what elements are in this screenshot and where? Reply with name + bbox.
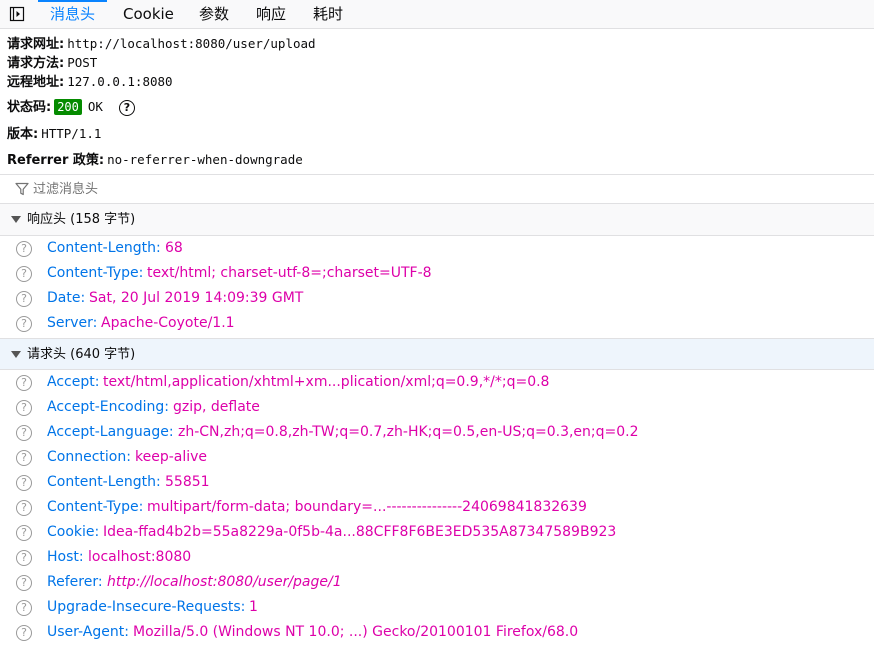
header-name: Cookie	[47, 524, 99, 540]
help-icon[interactable]: ?	[16, 475, 32, 491]
header-value: keep-alive	[135, 449, 208, 465]
request-header-row[interactable]: ? User-AgentMozilla/5.0 (Windows NT 10.0;…	[0, 621, 874, 646]
help-icon[interactable]: ?	[16, 266, 32, 282]
help-icon[interactable]: ?	[16, 625, 32, 641]
version-label: 版本:	[7, 127, 39, 142]
method-value: POST	[67, 55, 98, 70]
header-value: http://localhost:8080/user/page/1	[107, 574, 342, 590]
response-header-row[interactable]: ? DateSat, 20 Jul 2019 14:09:39 GMT	[0, 287, 874, 312]
header-value: Idea-ffad4b2b=55a8229a-0f5b-4a...88CFF8F…	[103, 524, 617, 540]
summary-referrer-row: Referrer 政策: no-referrer-when-downgrade	[7, 149, 303, 168]
tab-headers[interactable]: 消息头	[37, 0, 108, 28]
remote-label: 远程地址:	[7, 75, 65, 90]
header-name: Content-Type	[47, 499, 143, 515]
response-header-row[interactable]: ? ServerApache-Coyote/1.1	[0, 312, 874, 337]
header-name: Connection	[47, 449, 131, 465]
response-header-row[interactable]: ? Content-Typetext/html; charset-utf-8=;c…	[0, 262, 874, 287]
request-header-row[interactable]: ? CookieIdea-ffad4b2b=55a8229a-0f5b-4a...…	[0, 521, 874, 546]
header-value: Apache-Coyote/1.1	[101, 315, 235, 331]
remote-value: 127.0.0.1:8080	[67, 74, 173, 89]
header-value: text/html; charset-utf-8=;charset=UTF-8	[147, 265, 432, 281]
help-icon[interactable]: ?	[16, 316, 32, 332]
header-value: 68	[165, 240, 183, 256]
header-value: zh-CN,zh;q=0.8,zh-TW;q=0.7,zh-HK;q=0.5,e…	[178, 424, 639, 440]
method-label: 请求方法:	[7, 56, 65, 71]
summary-url-row: 请求网址: http://localhost:8080/user/upload	[7, 33, 316, 52]
status-label: 状态码:	[7, 100, 52, 115]
header-name: User-Agent	[47, 624, 129, 640]
header-name: Server	[47, 315, 97, 331]
filter-headers-input[interactable]	[33, 179, 833, 199]
tab-bar: 消息头 Cookie 参数 响应 耗时	[0, 0, 874, 29]
request-header-row[interactable]: ? Accept-Encodinggzip, deflate	[0, 396, 874, 421]
request-header-row[interactable]: ? Upgrade-Insecure-Requests1	[0, 596, 874, 621]
tab-timings[interactable]: 耗时	[313, 0, 343, 28]
help-icon[interactable]: ?	[16, 291, 32, 307]
header-value: localhost:8080	[88, 549, 192, 565]
request-headers-toggle[interactable]: 请求头 (640 字节)	[0, 338, 874, 370]
tab-cookie[interactable]: Cookie	[123, 0, 174, 28]
request-header-row[interactable]: ? Content-Length55851	[0, 471, 874, 496]
header-name: Referer	[47, 574, 103, 590]
header-name: Content-Length	[47, 474, 161, 490]
header-value: Mozilla/5.0 (Windows NT 10.0; ...) Gecko…	[133, 624, 579, 640]
referrer-label: Referrer 政策:	[7, 153, 105, 168]
filter-icon	[15, 182, 29, 196]
response-headers-title: 响应头 (158 字节)	[27, 212, 136, 227]
header-name: Accept-Language	[47, 424, 174, 440]
request-header-row[interactable]: ? Hostlocalhost:8080	[0, 546, 874, 571]
help-icon[interactable]: ?	[16, 525, 32, 541]
summary-version-row: 版本: HTTP/1.1	[7, 123, 101, 142]
sidebar-toggle-icon	[9, 6, 25, 22]
header-name: Date	[47, 290, 85, 306]
request-header-row[interactable]: ? Content-Typemultipart/form-data; bounda…	[0, 496, 874, 521]
help-icon[interactable]: ?	[16, 400, 32, 416]
request-header-row[interactable]: ? Connectionkeep-alive	[0, 446, 874, 471]
header-name: Accept-Encoding	[47, 399, 169, 415]
referrer-value: no-referrer-when-downgrade	[107, 152, 303, 167]
request-header-row[interactable]: ? Refererhttp://localhost:8080/user/page/…	[0, 571, 874, 596]
toggle-sidebar-button[interactable]	[6, 4, 28, 24]
response-header-row[interactable]: ? Content-Length68	[0, 237, 874, 262]
header-name: Content-Type	[47, 265, 143, 281]
status-help-icon[interactable]: ?	[118, 99, 135, 116]
status-badge: 200	[54, 99, 82, 115]
request-headers-title: 请求头 (640 字节)	[27, 347, 136, 362]
help-icon[interactable]: ?	[16, 550, 32, 566]
chevron-down-icon	[11, 351, 21, 358]
url-label: 请求网址:	[7, 37, 65, 52]
status-text: OK	[87, 99, 103, 114]
request-header-row[interactable]: ? Accept-Languagezh-CN,zh;q=0.8,zh-TW;q=0…	[0, 421, 874, 446]
header-value: text/html,application/xhtml+xm...plicati…	[103, 374, 550, 390]
request-header-row[interactable]: ? Accepttext/html,application/xhtml+xm...…	[0, 371, 874, 396]
url-value[interactable]: http://localhost:8080/user/upload	[67, 36, 315, 51]
version-value: HTTP/1.1	[41, 126, 102, 141]
summary-remote-row: 远程地址: 127.0.0.1:8080	[7, 71, 173, 90]
summary-status-row: 状态码: 200 OK?	[7, 96, 135, 116]
header-value: Sat, 20 Jul 2019 14:09:39 GMT	[89, 290, 304, 306]
header-value: gzip, deflate	[173, 399, 260, 415]
header-value: multipart/form-data; boundary=...-------…	[147, 499, 587, 515]
chevron-down-icon	[11, 216, 21, 223]
tab-params[interactable]: 参数	[199, 0, 229, 28]
help-icon[interactable]: ?	[16, 375, 32, 391]
header-name: Content-Length	[47, 240, 161, 256]
header-value: 1	[249, 599, 258, 615]
help-icon[interactable]: ?	[16, 500, 32, 516]
header-name: Upgrade-Insecure-Requests	[47, 599, 245, 615]
header-name: Host	[47, 549, 84, 565]
request-summary: 请求网址: http://localhost:8080/user/upload 请…	[0, 29, 874, 173]
response-headers-toggle[interactable]: 响应头 (158 字节)	[0, 204, 874, 236]
filter-bar	[0, 174, 874, 204]
header-value: 55851	[165, 474, 210, 490]
help-icon[interactable]: ?	[16, 450, 32, 466]
help-icon[interactable]: ?	[16, 575, 32, 591]
help-icon[interactable]: ?	[16, 241, 32, 257]
help-icon[interactable]: ?	[16, 600, 32, 616]
tab-response[interactable]: 响应	[256, 0, 286, 28]
header-name: Accept	[47, 374, 99, 390]
summary-method-row: 请求方法: POST	[7, 52, 97, 71]
help-icon[interactable]: ?	[16, 425, 32, 441]
